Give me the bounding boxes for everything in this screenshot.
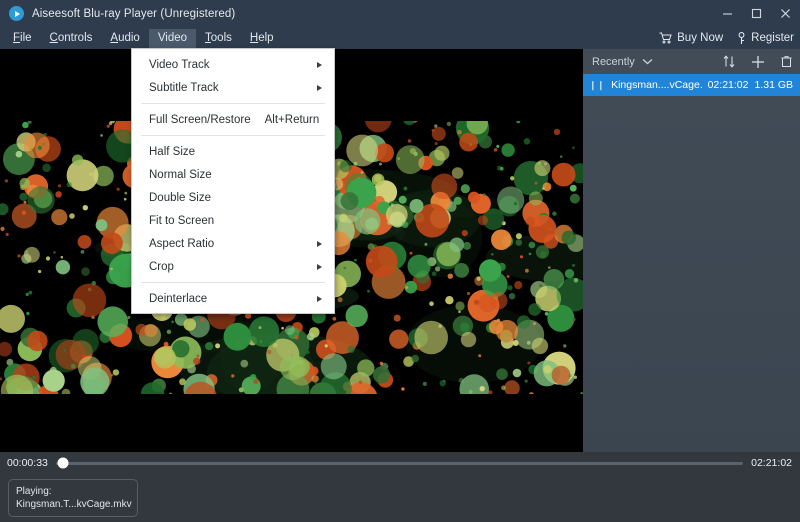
menu-item-shortcut: Alt+Return	[264, 113, 320, 126]
menu-item-aspect-ratio[interactable]: Aspect Ratio	[132, 232, 334, 255]
register-label: Register	[751, 32, 794, 44]
menu-file[interactable]: File	[4, 29, 41, 48]
title-bar: Aiseesoft Blu-ray Player (Unregistered)	[0, 0, 800, 27]
menu-audio[interactable]: Audio	[101, 29, 148, 48]
playlist-header-actions	[723, 55, 792, 69]
menu-item-label: Crop	[149, 260, 174, 273]
play-circle-icon	[9, 6, 24, 21]
menu-item-normal-size[interactable]: Normal Size	[132, 163, 334, 186]
buy-now-button[interactable]: Buy Now	[659, 32, 723, 44]
total-time: 02:21:02	[751, 457, 792, 469]
menu-item-label: Full Screen/Restore	[149, 113, 251, 126]
pause-icon: ❙❙	[589, 79, 606, 90]
menu-item-label: Normal Size	[149, 168, 212, 181]
menu-help[interactable]: Help	[241, 29, 283, 48]
buy-now-label: Buy Now	[677, 32, 724, 44]
playlist-header: Recently	[583, 49, 800, 74]
playlist-row[interactable]: ❙❙ Kingsman....vCage.mkv 02:21:02 1.31 G…	[583, 74, 800, 96]
menu-item-label: Fit to Screen	[149, 214, 215, 227]
now-playing-label: Playing:	[16, 486, 52, 497]
playlist-item-duration: 02:21:02	[707, 79, 749, 91]
menu-item-subtitle-track[interactable]: Subtitle Track	[132, 76, 334, 99]
chevron-right-icon	[317, 263, 322, 270]
app-window: Aiseesoft Blu-ray Player (Unregistered) …	[0, 0, 800, 522]
seek-slider[interactable]	[55, 457, 744, 469]
cart-icon	[659, 32, 672, 44]
seek-handle[interactable]	[57, 457, 69, 469]
register-button[interactable]: Register	[737, 31, 794, 45]
menu-item-label: Video Track	[149, 58, 210, 71]
window-controls	[713, 0, 800, 27]
menu-tools[interactable]: Tools	[196, 29, 241, 48]
menu-item-label: Double Size	[149, 191, 212, 204]
playlist-item-size: 1.31 GB	[754, 79, 793, 91]
chevron-right-icon	[317, 61, 322, 68]
chevron-down-icon	[642, 56, 653, 68]
menu-item-label: Deinterlace	[149, 292, 208, 305]
menu-separator	[141, 282, 325, 283]
menu-video[interactable]: Video	[148, 28, 197, 48]
chevron-right-icon	[317, 240, 322, 247]
minimize-icon[interactable]	[713, 0, 742, 27]
menu-item-video-track[interactable]: Video Track	[132, 53, 334, 76]
menu-bar: File Controls Audio Video Tools Help Buy…	[0, 27, 800, 49]
close-icon[interactable]	[771, 0, 800, 27]
current-time: 00:00:33	[7, 457, 48, 469]
now-playing-box: Playing: Kingsman.T...kvCage.mkv	[8, 479, 138, 517]
window-title: Aiseesoft Blu-ray Player (Unregistered)	[32, 7, 236, 20]
menu-separator	[141, 135, 325, 136]
menu-item-full-screen-restore[interactable]: Full Screen/Restore Alt+Return	[132, 108, 334, 131]
menu-item-half-size[interactable]: Half Size	[132, 140, 334, 163]
menu-controls[interactable]: Controls	[41, 29, 102, 48]
menu-item-fit-to-screen[interactable]: Fit to Screen	[132, 209, 334, 232]
menu-item-crop[interactable]: Crop	[132, 255, 334, 278]
menu-item-label: Subtitle Track	[149, 81, 219, 94]
menu-bar-right: Buy Now Register	[659, 27, 794, 49]
playlist-panel: Recently ❙❙ Kingsman....vCage. 02:21:02 …	[583, 49, 800, 452]
seek-row: 00:00:33 02:21:02	[0, 452, 800, 474]
maximize-icon[interactable]	[742, 0, 771, 27]
trash-icon[interactable]	[781, 55, 792, 68]
chevron-right-icon	[317, 84, 322, 91]
menu-item-deinterlace[interactable]: Deinterlace	[132, 287, 334, 310]
key-icon	[737, 31, 746, 45]
video-dropdown-menu: Video Track Subtitle Track Full Screen/R…	[131, 48, 335, 314]
sort-icon[interactable]	[723, 55, 735, 68]
menu-item-label: Aspect Ratio	[149, 237, 215, 250]
menu-item-label: Half Size	[149, 145, 196, 158]
now-playing-file: Kingsman.T...kvCage.mkv	[16, 499, 132, 510]
menu-separator	[141, 103, 325, 104]
playlist-filter-label: Recently	[592, 55, 635, 68]
player-controls-bar: 00:00:33 02:21:02 Playing: Kingsman.T...…	[0, 452, 800, 522]
menu-item-double-size[interactable]: Double Size	[132, 186, 334, 209]
playlist-filter-dropdown[interactable]: Recently	[592, 56, 653, 68]
playlist-item-name: Kingsman....vCage.mkv	[611, 79, 702, 91]
plus-icon[interactable]	[751, 55, 765, 69]
chevron-right-icon	[317, 295, 322, 302]
